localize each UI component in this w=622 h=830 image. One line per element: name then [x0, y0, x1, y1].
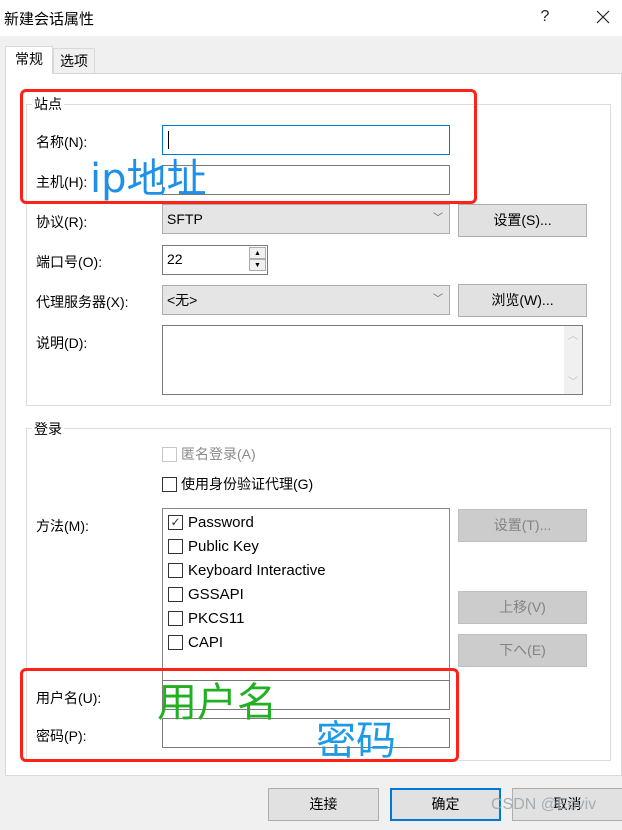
tab-general[interactable]: 常规	[5, 46, 53, 74]
protocol-select[interactable]: SFTP ﹀	[162, 204, 450, 234]
ok-button[interactable]: 确定	[390, 788, 501, 821]
login-group-legend: 登录	[32, 419, 64, 439]
checkbox-box[interactable]	[168, 611, 183, 626]
spin-down-icon[interactable]: ▼	[249, 259, 266, 271]
password-annotation: 密码	[316, 718, 396, 764]
host-annotation: ip地址	[90, 156, 207, 202]
method-label-text: PKCS11	[188, 610, 245, 627]
site-highlight-box	[20, 89, 477, 204]
anonymous-login-label: 匿名登录(A)	[181, 446, 256, 462]
chevron-down-icon: ﹀	[433, 294, 443, 305]
move-down-button[interactable]: 下へ(E)	[458, 634, 587, 667]
protocol-label: 协议(R):	[36, 214, 88, 230]
close-button[interactable]	[590, 4, 616, 30]
method-item-gssapi[interactable]: GSSAPI	[168, 586, 244, 603]
method-item-keyboard-interactive[interactable]: Keyboard Interactive	[168, 562, 326, 579]
method-label-text: Public Key	[188, 538, 259, 555]
description-scrollbar[interactable]: ︿ ﹀	[564, 326, 582, 394]
close-icon	[596, 10, 610, 24]
checkbox-box[interactable]	[168, 635, 183, 650]
port-stepper[interactable]: 22 ▲ ▼	[162, 245, 268, 275]
checkbox-box[interactable]	[168, 539, 183, 554]
scroll-up-icon[interactable]: ︿	[564, 328, 582, 346]
auth-agent-checkbox[interactable]: 使用身份验证代理(G)	[162, 474, 313, 494]
csdn-watermark: CSDN @Edviv	[491, 796, 597, 813]
proxy-browse-button[interactable]: 浏览(W)...	[458, 284, 587, 317]
scroll-down-icon[interactable]: ﹀	[564, 374, 582, 392]
method-item-pkcs11[interactable]: PKCS11	[168, 610, 244, 627]
auth-method-list[interactable]: ✓ Password Public Key Keyboard Interacti…	[162, 508, 450, 683]
username-annotation: 用户名	[157, 680, 277, 726]
checkbox-box[interactable]	[168, 563, 183, 578]
window-title: 新建会话属性	[4, 11, 95, 28]
help-button[interactable]: ?	[532, 4, 558, 30]
protocol-value: SFTP	[167, 211, 203, 227]
title-bar: 新建会话属性 ?	[0, 0, 622, 36]
method-label: 方法(M):	[36, 518, 89, 534]
chevron-down-icon: ﹀	[433, 213, 443, 224]
spin-up-icon[interactable]: ▲	[249, 247, 266, 259]
description-label: 说明(D):	[36, 335, 88, 351]
method-item-capi[interactable]: CAPI	[168, 634, 223, 651]
method-label-text: Keyboard Interactive	[188, 562, 326, 579]
connect-button[interactable]: 连接	[268, 788, 379, 821]
method-label-text: CAPI	[188, 634, 224, 651]
method-label-text: GSSAPI	[188, 586, 244, 603]
method-item-public-key[interactable]: Public Key	[168, 538, 259, 555]
check-icon[interactable]: ✓	[168, 515, 183, 530]
method-label-text: Password	[188, 514, 254, 531]
checkbox-box	[162, 476, 177, 492]
anonymous-login-checkbox[interactable]: 匿名登录(A)	[162, 444, 256, 464]
checkbox-box	[162, 446, 177, 462]
move-up-button[interactable]: 上移(V)	[458, 591, 587, 624]
proxy-label: 代理服务器(X):	[36, 294, 129, 310]
method-item-password[interactable]: ✓ Password	[168, 514, 254, 531]
proxy-value: <无>	[167, 292, 198, 308]
proxy-select[interactable]: <无> ﹀	[162, 285, 450, 315]
auth-agent-label: 使用身份验证代理(G)	[181, 476, 314, 492]
method-settings-button[interactable]: 设置(T)...	[458, 509, 587, 542]
port-value: 22	[167, 251, 183, 267]
tab-options[interactable]: 选项	[53, 48, 95, 74]
description-textarea[interactable]: ︿ ﹀	[162, 325, 583, 395]
checkbox-box[interactable]	[168, 587, 183, 602]
protocol-settings-button[interactable]: 设置(S)...	[458, 204, 587, 237]
port-label: 端口号(O):	[36, 254, 103, 270]
